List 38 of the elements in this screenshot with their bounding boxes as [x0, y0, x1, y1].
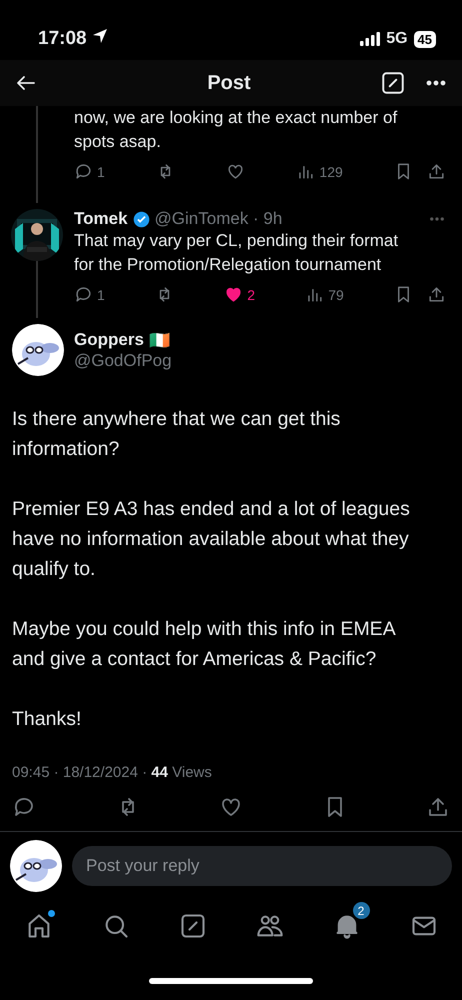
post-text: Thanks!: [11, 707, 82, 732]
author-name: Goppers: [74, 330, 144, 350]
battery-level: 45: [414, 30, 436, 48]
location-icon: [92, 28, 108, 44]
avatar: [12, 324, 64, 376]
reply-field[interactable]: Post your reply: [72, 846, 452, 886]
compose-icon[interactable]: [178, 912, 206, 940]
flag-icon: 🇮🇪: [148, 330, 170, 350]
post-text: Maybe you could help with this info in EMEA and give a contact for Americas & Pacific?: [11, 617, 396, 672]
like-count: 2: [247, 286, 255, 302]
reply-count: 1: [97, 164, 105, 180]
reply-icon[interactable]: [12, 795, 36, 819]
post-text: Is there anywhere that we can get this information?: [11, 407, 342, 462]
reply-icon[interactable]: [74, 285, 93, 304]
view-count: 79: [328, 286, 344, 302]
post-text: Premier E9 A3 has ended and a lot of leagues have no information available about what they qualify to.: [11, 497, 411, 582]
share-icon[interactable]: [426, 795, 450, 819]
reply-text: now, we are looking at the exact number of: [74, 107, 398, 129]
view-count: 129: [319, 164, 343, 180]
reply-text: spots asap.: [74, 131, 162, 153]
heart-icon[interactable]: [226, 162, 246, 181]
reply-text: That may vary per CL, pending their format for the Promotion/Relegation tournament: [74, 230, 400, 276]
network-label: 5G: [386, 30, 408, 48]
post-meta: 09:45 · 18/12/2024 · 44 Views: [11, 764, 213, 781]
share-icon[interactable]: [426, 162, 446, 181]
author-handle: @GodOfPog: [74, 350, 172, 370]
avatar: [10, 840, 62, 892]
notification-count: 2: [352, 902, 370, 919]
compose-icon[interactable]: [380, 70, 406, 96]
signal-icon: [360, 32, 380, 46]
reply-count: 1: [97, 286, 105, 302]
reply-icon[interactable]: [74, 162, 93, 181]
page-title: Post: [206, 72, 252, 94]
author-name: Tomek: [74, 209, 128, 229]
clock: 17:08: [38, 28, 108, 50]
heart-icon[interactable]: [224, 285, 244, 304]
author-handle: @GinTomek · 9h: [154, 209, 282, 229]
share-icon[interactable]: [426, 285, 446, 304]
